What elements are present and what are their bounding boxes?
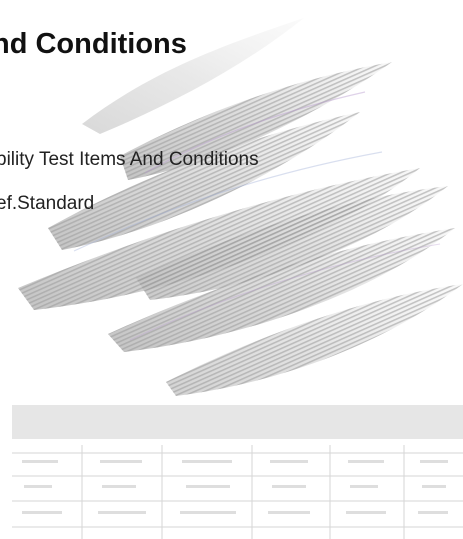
- document-page: nd Conditions bility Test Items And Cond…: [0, 0, 463, 539]
- faint-table-grid: [12, 445, 463, 539]
- document-line-ref-standard: ef.Standard: [0, 193, 95, 214]
- page-heading: nd Conditions: [0, 28, 187, 60]
- table-header-band: [12, 405, 463, 439]
- document-line-test-items: bility Test Items And Conditions: [0, 149, 259, 170]
